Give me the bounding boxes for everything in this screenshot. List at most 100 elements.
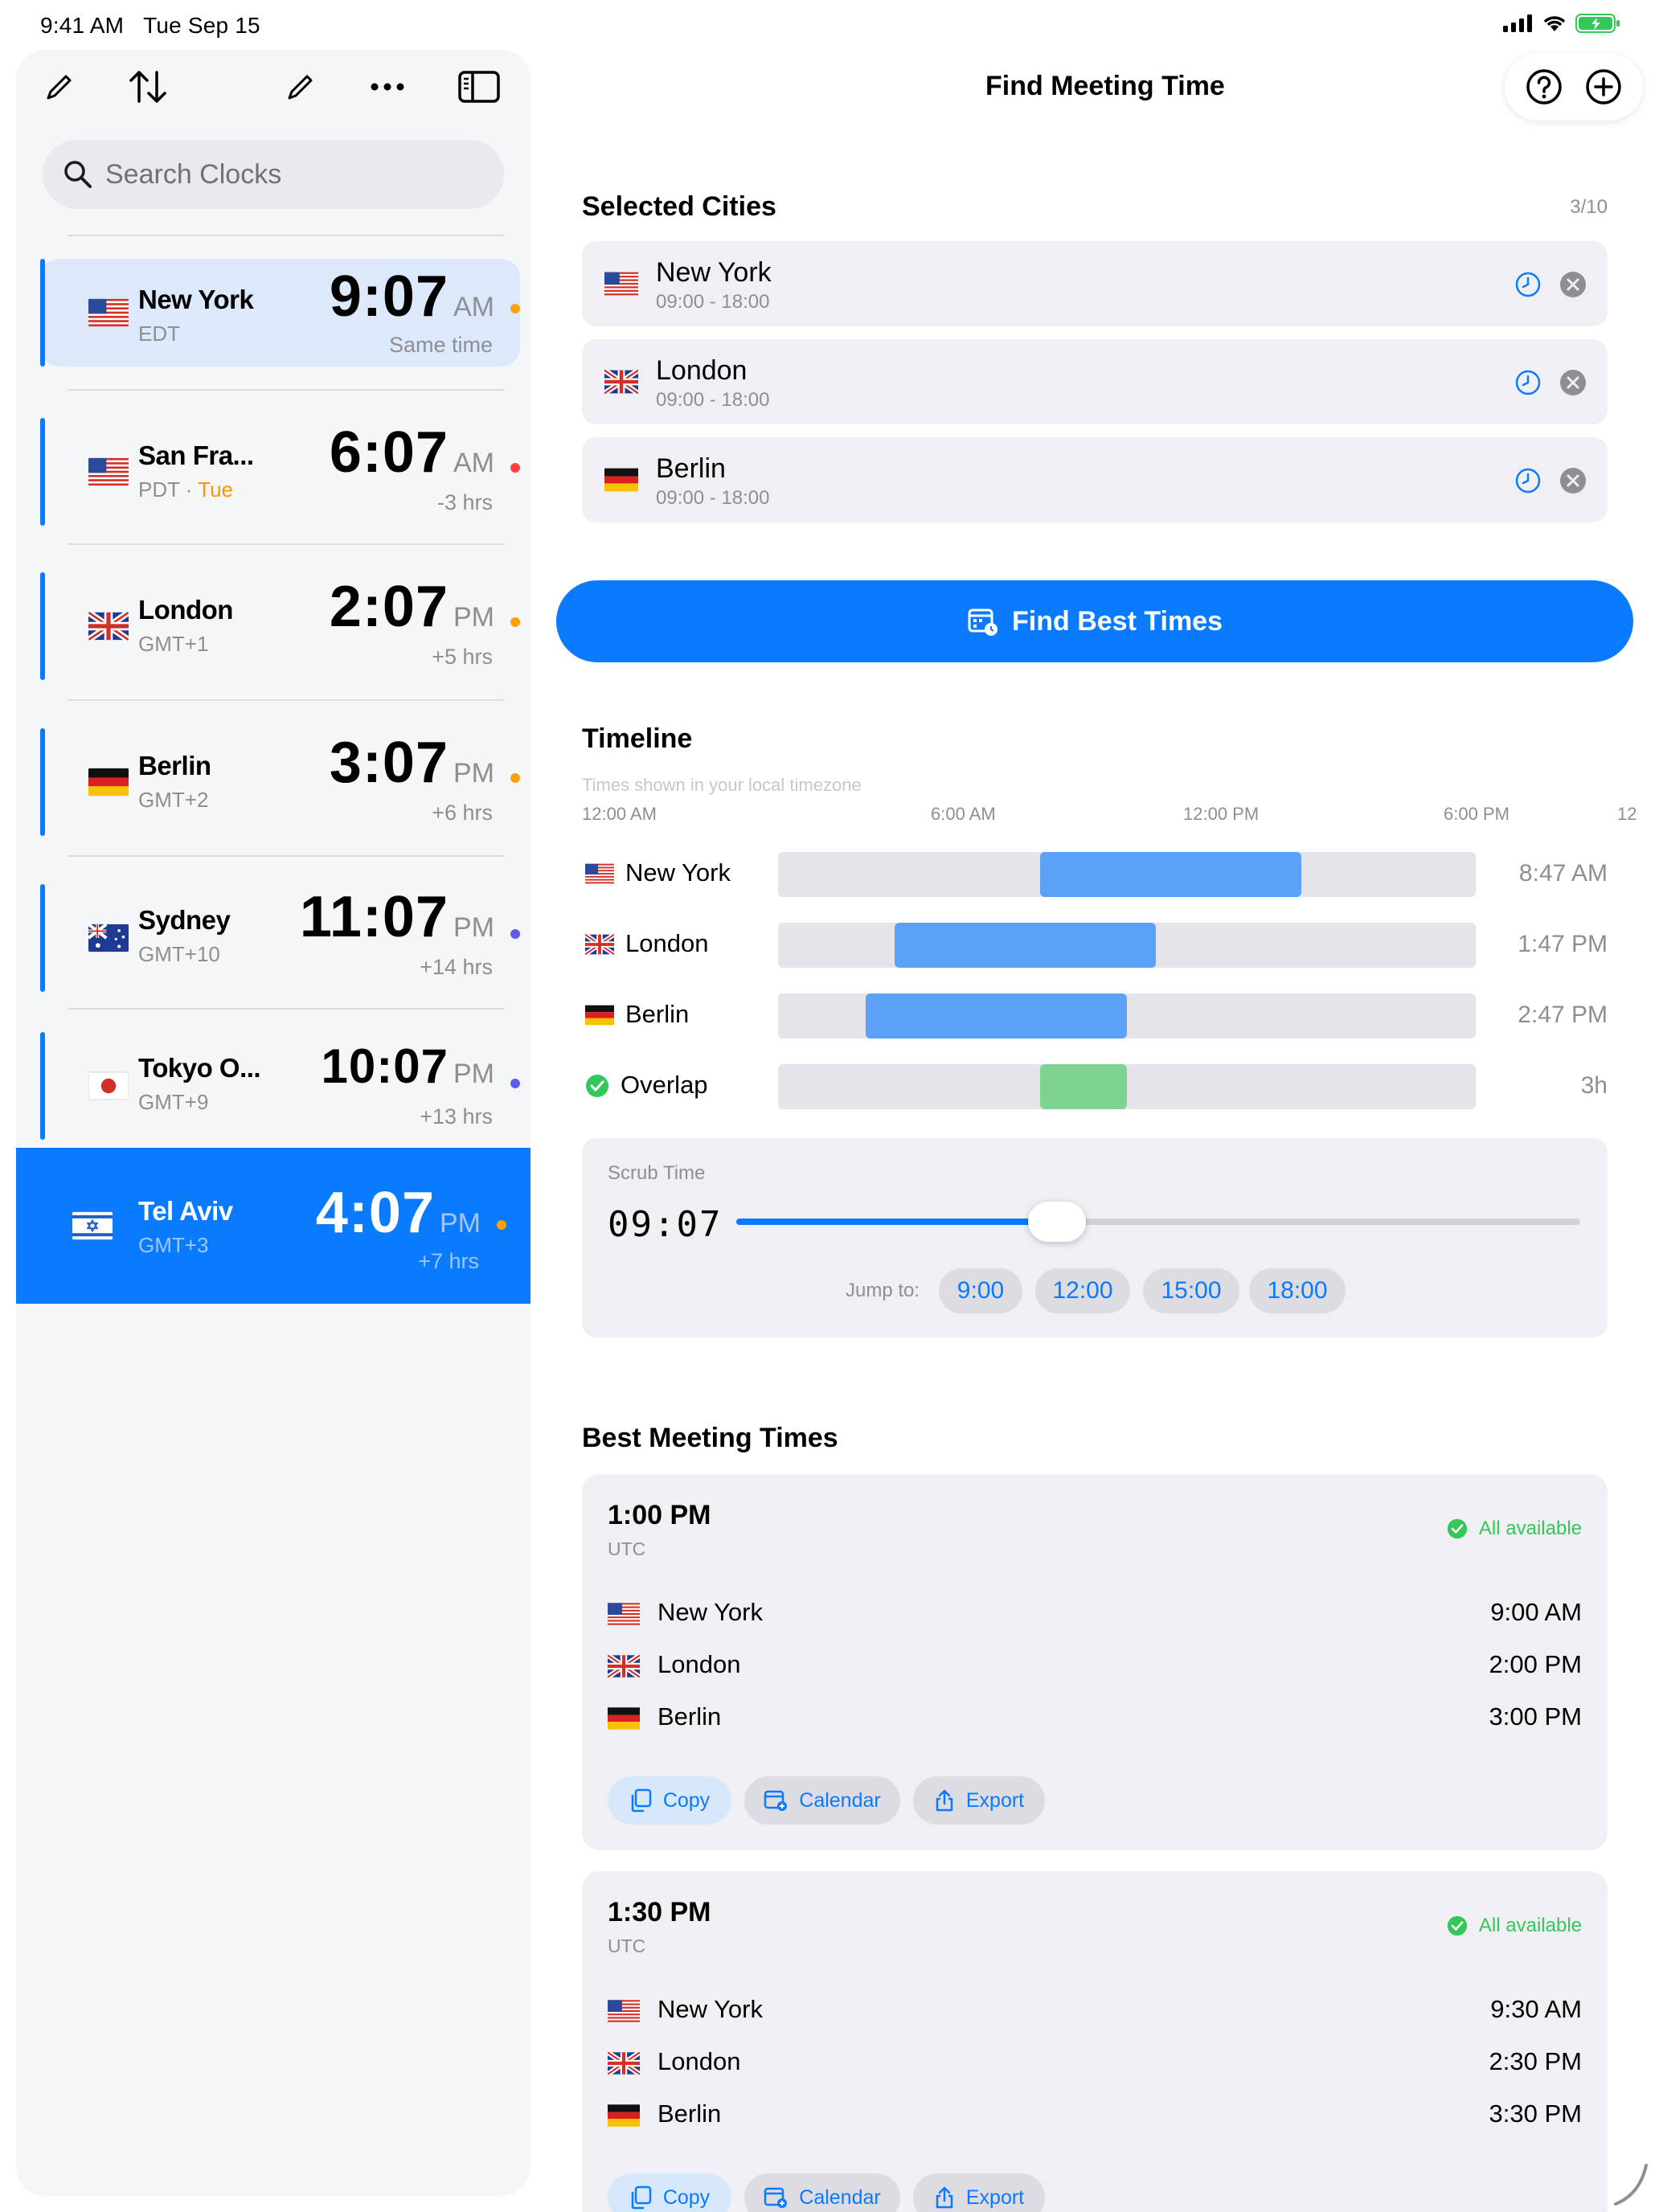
- axis-tick: 12: [1617, 804, 1637, 824]
- find-best-times-button[interactable]: Find Best Times: [556, 580, 1633, 662]
- selected-cities-heading: Selected Cities: [582, 191, 776, 222]
- us-flag-icon: [88, 457, 129, 487]
- timeline-heading: Timeline: [582, 723, 693, 754]
- meeting-option-card: 1:30 PM UTC All available New York 9:30 …: [582, 1871, 1608, 2212]
- meeting-city: New York: [657, 1995, 763, 2023]
- cellular-signal-icon: [1503, 14, 1532, 32]
- timeline-value: 3h: [1580, 1072, 1608, 1099]
- clock-timezone: GMT+9: [138, 1090, 209, 1114]
- uk-flag-icon: [608, 1655, 640, 1677]
- scrub-slider-fill: [736, 1219, 1057, 1225]
- more-button[interactable]: [365, 64, 410, 109]
- resize-handle-icon[interactable]: [1611, 2162, 1651, 2207]
- copy-button[interactable]: Copy: [608, 1776, 731, 1825]
- axis-tick: 6:00 PM: [1444, 804, 1509, 824]
- clock-timezone: GMT+2: [138, 788, 209, 812]
- jump-18-button[interactable]: 18:00: [1249, 1268, 1346, 1313]
- clock-city: Berlin: [138, 751, 211, 780]
- export-button[interactable]: Export: [913, 1776, 1045, 1825]
- clock-row-london[interactable]: London GMT+1 2:07 PM +5 hrs: [40, 572, 520, 680]
- compose-button[interactable]: [278, 64, 323, 109]
- sort-button[interactable]: [125, 64, 170, 109]
- share-icon: [936, 2186, 953, 2209]
- scrub-label: Scrub Time: [608, 1162, 706, 1184]
- search-input[interactable]: Search Clocks: [43, 140, 504, 209]
- jump-9-button[interactable]: 9:00: [939, 1268, 1022, 1313]
- germany-flag-icon: [608, 1707, 640, 1730]
- scrub-panel: Scrub Time 09:07 Jump to: 9:00 12:00 15:…: [582, 1138, 1608, 1337]
- scrub-value: 09:07: [608, 1204, 723, 1245]
- status-dot: [497, 1220, 506, 1230]
- add-to-calendar-button[interactable]: Calendar: [744, 1776, 900, 1825]
- selected-city-card: London 09:00 - 18:00: [582, 339, 1608, 424]
- australia-flag-icon: [88, 923, 129, 953]
- export-button[interactable]: Export: [913, 2173, 1045, 2212]
- sidebar-toolbar: [16, 50, 530, 122]
- remove-icon[interactable]: [1559, 369, 1587, 396]
- page-title: Find Meeting Time: [985, 71, 1225, 101]
- clock-row-san-francisco[interactable]: San Fra... PDT · Tue 6:07 AM -3 hrs: [40, 418, 520, 526]
- help-icon[interactable]: [1525, 68, 1563, 106]
- clock-icon[interactable]: [1514, 369, 1542, 396]
- share-icon: [936, 1789, 953, 1812]
- best-meeting-times-heading: Best Meeting Times: [582, 1423, 838, 1453]
- clock-city: Sydney: [138, 905, 231, 935]
- uk-flag-icon: [585, 934, 614, 955]
- clock-timezone: PDT · Tue: [138, 477, 234, 502]
- meeting-city-row: Berlin 3:00 PM: [608, 1699, 1582, 1735]
- clock-time: 6:07 AM: [329, 420, 494, 485]
- clock-time: 3:07 PM: [329, 731, 494, 795]
- add-to-calendar-button[interactable]: Calendar: [744, 2173, 900, 2212]
- timeline-row: Berlin 2:47 PM: [582, 990, 1608, 1038]
- jump-15-button[interactable]: 15:00: [1143, 1268, 1239, 1313]
- clock-city: London: [138, 595, 233, 625]
- sidebar: Search Clocks New York EDT 9:07 AM Same t…: [16, 50, 530, 2196]
- clock-timezone: GMT+1: [138, 632, 209, 656]
- search-icon: [64, 161, 92, 188]
- us-flag-icon: [608, 2000, 640, 2022]
- remove-icon[interactable]: [1559, 271, 1587, 298]
- timeline-label: Berlin: [625, 1000, 690, 1028]
- timeline-value: 2:47 PM: [1518, 1002, 1608, 1028]
- checkmark-circle-icon: [1447, 1915, 1468, 1936]
- germany-flag-icon: [88, 767, 129, 797]
- remove-icon[interactable]: [1559, 467, 1587, 494]
- toggle-sidebar-button[interactable]: [457, 64, 502, 109]
- timeline-track: [778, 1064, 1476, 1109]
- germany-flag-icon: [604, 468, 638, 492]
- uk-flag-icon: [88, 611, 129, 641]
- timeline-bar: [1039, 852, 1301, 897]
- divider: [68, 543, 505, 545]
- city-name: New York: [656, 257, 772, 288]
- axis-tick: 12:00 AM: [582, 804, 657, 824]
- japan-flag-icon: [88, 1071, 129, 1101]
- jump-12-button[interactable]: 12:00: [1035, 1268, 1130, 1313]
- clock-city: Tokyo O...: [138, 1053, 261, 1083]
- divider: [68, 699, 505, 701]
- status-dot: [510, 304, 520, 313]
- meeting-city-row: London 2:00 PM: [608, 1647, 1582, 1682]
- clock-icon[interactable]: [1514, 271, 1542, 298]
- scrub-slider[interactable]: [736, 1202, 1580, 1242]
- meeting-actions: Copy Calendar Export: [608, 1776, 1572, 1825]
- copy-button[interactable]: Copy: [608, 2173, 731, 2212]
- clock-row-sydney[interactable]: Sydney GMT+10 11:07 PM +14 hrs: [40, 884, 520, 992]
- uk-flag-icon: [608, 2052, 640, 2075]
- edit-button[interactable]: [37, 64, 82, 109]
- meeting-city: London: [657, 2047, 741, 2075]
- clock-row-berlin[interactable]: Berlin GMT+2 3:07 PM +6 hrs: [40, 728, 520, 836]
- pencil-icon: [288, 75, 313, 100]
- selected-city-card: Berlin 09:00 - 18:00: [582, 437, 1608, 522]
- clock-row-tokyo[interactable]: Tokyo O... GMT+9 10:07 PM +13 hrs: [40, 1032, 520, 1140]
- clock-row-new-york[interactable]: New York EDT 9:07 AM Same time: [40, 259, 520, 367]
- copy-icon: [631, 1788, 652, 1813]
- meeting-actions: Copy Calendar Export: [608, 2173, 1572, 2212]
- us-flag-icon: [608, 1603, 640, 1625]
- pencil-icon: [47, 75, 72, 100]
- clock-row-tel-aviv[interactable]: Tel Aviv GMT+3 4:07 PM +7 hrs: [16, 1148, 530, 1304]
- scrub-slider-thumb[interactable]: [1028, 1202, 1086, 1242]
- clock-icon[interactable]: [1514, 467, 1542, 494]
- add-icon[interactable]: [1584, 68, 1623, 106]
- availability-status: All available: [1447, 1915, 1582, 1937]
- meeting-time: 1:00 PM: [608, 1500, 711, 1530]
